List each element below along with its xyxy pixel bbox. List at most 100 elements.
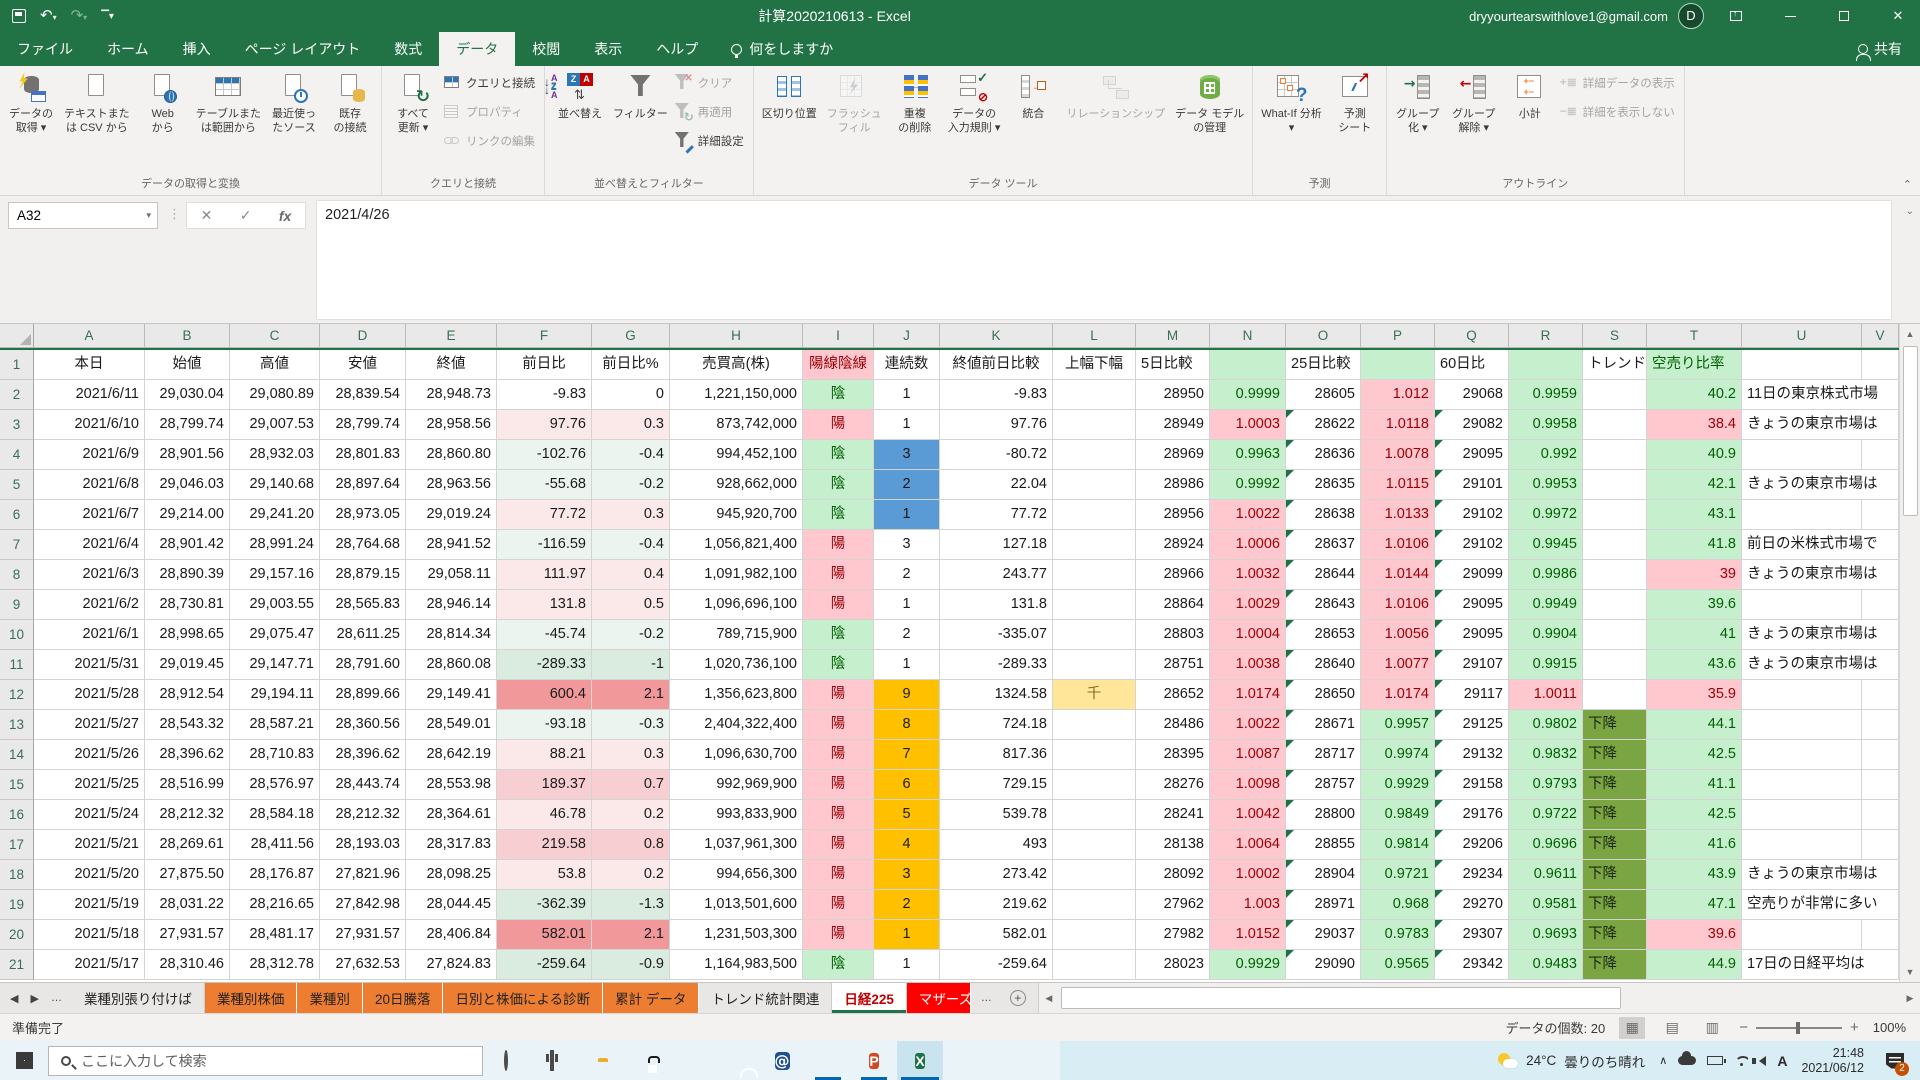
cell-G18[interactable]: 0.2: [592, 860, 670, 890]
cell-L8[interactable]: [1053, 560, 1136, 590]
cell-U11[interactable]: きょうの東京市場は: [1742, 650, 1899, 680]
cell-R8[interactable]: 0.9986: [1509, 560, 1583, 590]
cell-J11[interactable]: 1: [874, 650, 940, 680]
cell-J8[interactable]: 2: [874, 560, 940, 590]
cell-P10[interactable]: 1.0056: [1361, 620, 1435, 650]
customize-quick-access-icon[interactable]: ▔▾: [101, 9, 114, 24]
cell-M9[interactable]: 28864: [1136, 590, 1210, 620]
cell-L9[interactable]: [1053, 590, 1136, 620]
confirm-entry-icon[interactable]: ✓: [240, 207, 252, 224]
cell-T7[interactable]: 41.8: [1647, 530, 1742, 560]
formula-bar-splitter[interactable]: ⋮: [168, 206, 182, 222]
cell-G5[interactable]: -0.2: [592, 470, 670, 500]
cell-I2[interactable]: 陰: [803, 380, 874, 410]
cell-L13[interactable]: [1053, 710, 1136, 740]
cell-K13[interactable]: 724.18: [940, 710, 1053, 740]
sheet-tab-トレンド統計関連[interactable]: トレンド統計関連: [699, 983, 832, 1013]
cell-G8[interactable]: 0.4: [592, 560, 670, 590]
cell-K10[interactable]: -335.07: [940, 620, 1053, 650]
cell-Q1[interactable]: 60日比: [1435, 350, 1509, 380]
cell-P6[interactable]: 1.0133: [1361, 500, 1435, 530]
cell-N18[interactable]: 1.0002: [1210, 860, 1286, 890]
notification-center-button[interactable]: 2: [1878, 1041, 1912, 1080]
cell-D19[interactable]: 27,842.98: [320, 890, 406, 920]
cell-B4[interactable]: 28,901.56: [145, 440, 230, 470]
cell-O3[interactable]: 28622: [1286, 410, 1361, 440]
cell-H4[interactable]: 994,452,100: [670, 440, 803, 470]
cell-A3[interactable]: 2021/6/10: [34, 410, 145, 440]
clock[interactable]: 21:48 2021/06/12: [1801, 1046, 1864, 1076]
cell-S8[interactable]: [1583, 560, 1647, 590]
taskbar-app-at-mark-app[interactable]: @: [759, 1041, 805, 1080]
cell-S1[interactable]: トレンド: [1583, 350, 1647, 380]
cell-H3[interactable]: 873,742,000: [670, 410, 803, 440]
cell-T4[interactable]: 40.9: [1647, 440, 1742, 470]
page-layout-view-icon[interactable]: ▤: [1659, 1017, 1685, 1039]
cell-R15[interactable]: 0.9793: [1509, 770, 1583, 800]
cell-A14[interactable]: 2021/5/26: [34, 740, 145, 770]
cell-D15[interactable]: 28,443.74: [320, 770, 406, 800]
cell-L14[interactable]: [1053, 740, 1136, 770]
cell-D7[interactable]: 28,764.68: [320, 530, 406, 560]
cell-C10[interactable]: 29,075.47: [230, 620, 320, 650]
tell-me-search[interactable]: 何をしますか: [715, 32, 849, 66]
collapse-ribbon-icon[interactable]: ⌃: [1903, 178, 1912, 191]
cell-T15[interactable]: 41.1: [1647, 770, 1742, 800]
cell-S12[interactable]: [1583, 680, 1647, 710]
from-text-csv-button[interactable]: テキストまた は CSV から: [59, 68, 135, 164]
cell-M10[interactable]: 28803: [1136, 620, 1210, 650]
cell-S15[interactable]: 下降: [1583, 770, 1647, 800]
cell-U14[interactable]: [1742, 740, 1862, 770]
cell-D21[interactable]: 27,632.53: [320, 950, 406, 980]
row-header-10[interactable]: 10: [0, 620, 34, 650]
cell-U10[interactable]: きょうの東京市場は: [1742, 620, 1899, 650]
cell-A11[interactable]: 2021/5/31: [34, 650, 145, 680]
cell-A10[interactable]: 2021/6/1: [34, 620, 145, 650]
cell-T20[interactable]: 39.6: [1647, 920, 1742, 950]
cell-R6[interactable]: 0.9972: [1509, 500, 1583, 530]
row-header-5[interactable]: 5: [0, 470, 34, 500]
cell-H16[interactable]: 993,833,900: [670, 800, 803, 830]
cell-Q7[interactable]: 29102: [1435, 530, 1509, 560]
cell-O19[interactable]: 28971: [1286, 890, 1361, 920]
cell-I10[interactable]: 陰: [803, 620, 874, 650]
cell-Q2[interactable]: 29068: [1435, 380, 1509, 410]
cell-I4[interactable]: 陰: [803, 440, 874, 470]
cell-C17[interactable]: 28,411.56: [230, 830, 320, 860]
cell-I17[interactable]: 陽: [803, 830, 874, 860]
cell-L12[interactable]: 千: [1053, 680, 1136, 710]
cell-N10[interactable]: 1.0004: [1210, 620, 1286, 650]
show-detail-button[interactable]: +≣詳細データの表示: [1558, 72, 1681, 94]
cell-H7[interactable]: 1,056,821,400: [670, 530, 803, 560]
cell-F20[interactable]: 582.01: [497, 920, 592, 950]
cell-B1[interactable]: 始値: [145, 350, 230, 380]
cell-M4[interactable]: 28969: [1136, 440, 1210, 470]
data-validation-button[interactable]: ✓⊘データの 入力規則 ▾: [943, 68, 1006, 164]
hide-detail-button[interactable]: −≣詳細を表示しない: [1558, 101, 1681, 123]
cell-G4[interactable]: -0.4: [592, 440, 670, 470]
vertical-scrollbar[interactable]: ▲ ▼: [1899, 324, 1920, 982]
properties-button[interactable]: プロパティ: [441, 101, 541, 123]
cell-R9[interactable]: 0.9949: [1509, 590, 1583, 620]
redo-icon[interactable]: ↷▾: [71, 8, 88, 25]
row-header-4[interactable]: 4: [0, 440, 34, 470]
cell-N2[interactable]: 0.9999: [1210, 380, 1286, 410]
taskbar-app-microsoft-store[interactable]: [621, 1041, 667, 1080]
cell-K1[interactable]: 終値前日比較: [940, 350, 1053, 380]
cell-H15[interactable]: 992,969,900: [670, 770, 803, 800]
row-header-18[interactable]: 18: [0, 860, 34, 890]
cell-H10[interactable]: 789,715,900: [670, 620, 803, 650]
cell-K18[interactable]: 273.42: [940, 860, 1053, 890]
cell-A20[interactable]: 2021/5/18: [34, 920, 145, 950]
cell-F16[interactable]: 46.78: [497, 800, 592, 830]
taskbar-search-input[interactable]: ここに入力して検索: [48, 1046, 483, 1076]
column-header-O[interactable]: O: [1286, 324, 1361, 348]
from-table-range-button[interactable]: テーブルまた は範囲から: [191, 68, 266, 164]
cell-G16[interactable]: 0.2: [592, 800, 670, 830]
row-header-12[interactable]: 12: [0, 680, 34, 710]
cell-R13[interactable]: 0.9802: [1509, 710, 1583, 740]
cell-S5[interactable]: [1583, 470, 1647, 500]
cell-G6[interactable]: 0.3: [592, 500, 670, 530]
cell-L10[interactable]: [1053, 620, 1136, 650]
cell-K4[interactable]: -80.72: [940, 440, 1053, 470]
